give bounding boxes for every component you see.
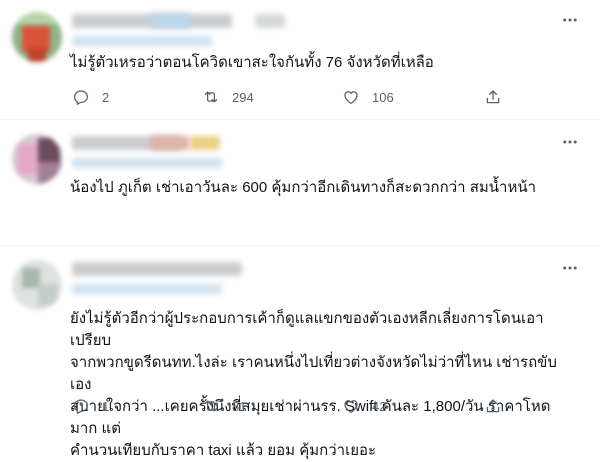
reply-icon [73,399,89,414]
tweet-text: ไม่รู้ตัวเหรอว่าตอนโควิดเขาสะใจกันทั้ง 7… [70,54,434,71]
share-icon [486,399,500,413]
tweet-actions: 2 294 106 [72,87,512,107]
more-icon[interactable] [560,10,580,30]
tweet-text: น้องไป ภูเก็ต เช่าเอาวันละ 600 คุ้มกว่าอ… [70,179,537,196]
reply-count: 1 [102,398,110,414]
tweet-text: ยังไม่รู้ตัวอีกว่าผู้ประกอบการเค้าก็ดูแล… [70,310,557,459]
heart-icon [344,400,358,414]
reply-to-redacted [72,36,212,46]
more-icon[interactable] [560,132,580,152]
reply-button[interactable]: 1 [72,396,109,416]
author-emoji-redacted [190,136,220,150]
retweet-count: 294 [232,89,254,105]
like-button[interactable]: 106 [342,87,394,107]
author-name-redacted [72,262,242,276]
retweet-button[interactable]: 81 [202,396,246,416]
author-emoji-redacted [150,136,190,150]
avatar[interactable] [12,134,62,184]
avatar[interactable] [12,12,62,62]
share-icon [486,90,500,104]
like-count: 106 [372,89,394,105]
tweet-3[interactable]: ยังไม่รู้ตัวอีกว่าผู้ประกอบการเค้าก็ดูแล… [0,246,600,459]
retweet-icon [204,91,218,103]
retweet-icon [204,400,218,412]
tweet-1[interactable]: ไม่รู้ตัวเหรอว่าตอนโควิดเขาสะใจกันทั้ง 7… [0,0,600,120]
timestamp-redacted [255,14,285,28]
like-count: 42 [372,398,387,414]
share-button[interactable] [484,87,502,107]
share-button[interactable] [484,396,502,416]
like-button[interactable]: 42 [342,396,386,416]
retweet-count: 81 [232,398,247,414]
heart-icon [344,91,358,105]
reply-icon [73,90,89,105]
retweet-button[interactable]: 294 [202,87,254,107]
reply-to-redacted [72,158,222,168]
reply-to-redacted [72,284,222,294]
reply-count: 2 [102,89,110,105]
reply-button[interactable]: 2 [72,87,109,107]
tweet-actions: 1 81 42 [72,396,512,416]
more-icon[interactable] [560,258,580,278]
tweet-2[interactable]: น้องไป ภูเก็ต เช่าเอาวันละ 600 คุ้มกว่าอ… [0,120,600,246]
avatar[interactable] [12,260,62,310]
author-handle-redacted [150,14,190,28]
